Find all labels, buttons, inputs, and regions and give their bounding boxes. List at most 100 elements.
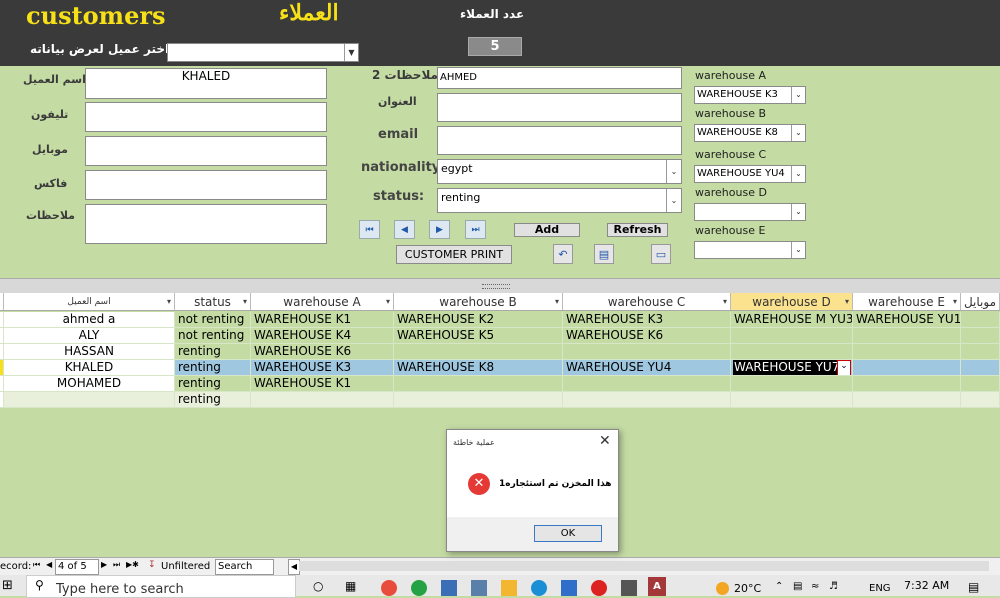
chevron-down-icon[interactable]: ⌄	[791, 242, 805, 258]
table-cell[interactable]	[394, 392, 563, 408]
table-cell[interactable]: WAREHOUSE K1	[251, 312, 394, 328]
save-record-button[interactable]: ▤	[594, 244, 614, 264]
network-icon[interactable]: ▤	[793, 581, 802, 592]
table-cell[interactable]	[731, 376, 853, 392]
chrome-icon[interactable]	[381, 580, 397, 596]
col-header-warehouse-a[interactable]: warehouse A ▾	[251, 293, 394, 311]
email-field[interactable]	[437, 126, 682, 155]
volume-icon[interactable]: ♬	[829, 581, 838, 592]
col-header-warehouse-b[interactable]: warehouse B ▾	[394, 293, 563, 311]
table-cell[interactable]: WAREHOUSE M YU3	[731, 312, 853, 328]
table-cell[interactable]	[563, 344, 731, 360]
edge-icon[interactable]	[531, 580, 547, 596]
table-cell[interactable]	[394, 376, 563, 392]
notifications-icon[interactable]: ▤	[968, 580, 979, 594]
current-record-field[interactable]: 4 of 5	[55, 559, 99, 575]
table-cell[interactable]: WAREHOUSE K4	[251, 328, 394, 344]
chevron-down-icon[interactable]: ⌄	[837, 360, 851, 375]
calculator-icon[interactable]	[471, 580, 487, 596]
status-combo[interactable]: renting ⌄	[437, 188, 682, 213]
windows-start-icon[interactable]: ⊞	[2, 578, 13, 593]
ok-button[interactable]: OK	[534, 525, 602, 542]
nationality-combo[interactable]: egypt ⌄	[437, 159, 682, 184]
table-cell[interactable]: not renting	[175, 328, 251, 344]
table-cell[interactable]	[563, 376, 731, 392]
cell-editor-value[interactable]: WAREHOUSE YU7	[733, 360, 841, 375]
close-icon[interactable]: ✕	[599, 433, 611, 449]
table-cell[interactable]	[4, 392, 175, 408]
table-cell[interactable]	[961, 344, 1000, 360]
sort-arrow-icon[interactable]: ▾	[243, 293, 247, 311]
sort-arrow-icon[interactable]: ▾	[723, 293, 727, 311]
chevron-down-icon[interactable]: ⌄	[791, 87, 805, 103]
clock-time[interactable]: 7:32 AM	[904, 579, 949, 592]
customer-select[interactable]: ▼	[167, 43, 359, 62]
table-cell[interactable]: ahmed a	[4, 312, 175, 328]
table-cell[interactable]	[961, 376, 1000, 392]
table-cell[interactable]	[563, 392, 731, 408]
fax-field[interactable]	[85, 170, 327, 200]
table-cell[interactable]	[961, 312, 1000, 328]
table-cell[interactable]	[731, 392, 853, 408]
sort-arrow-icon[interactable]: ▾	[845, 293, 849, 311]
sort-arrow-icon[interactable]: ▾	[167, 293, 171, 311]
table-cell[interactable]	[853, 392, 961, 408]
table-cell[interactable]	[394, 344, 563, 360]
table-cell[interactable]: renting	[175, 344, 251, 360]
table-cell[interactable]	[853, 376, 961, 392]
table-cell[interactable]: WAREHOUSE K1	[251, 376, 394, 392]
add-button[interactable]: Add	[514, 223, 580, 237]
taskbar-search-box[interactable]: ⚲ Type here to search	[26, 575, 296, 598]
table-cell[interactable]: renting	[175, 392, 251, 408]
notes2-field[interactable]: AHMED	[437, 67, 682, 89]
mobile-field[interactable]	[85, 136, 327, 166]
new-record-icon[interactable]: ▶✱	[126, 560, 139, 569]
customer-print-button[interactable]: CUSTOMER PRINT	[396, 245, 512, 264]
table-cell[interactable]: WAREHOUSE YU7 ⌄	[731, 360, 853, 376]
sort-arrow-icon[interactable]: ▾	[555, 293, 559, 311]
whatsapp-icon[interactable]	[411, 580, 427, 596]
store-icon[interactable]	[621, 580, 637, 596]
table-cell[interactable]: WAREHOUSE K6	[563, 328, 731, 344]
notes-field[interactable]	[85, 204, 327, 244]
horizontal-scrollbar[interactable]	[299, 561, 989, 571]
last-record-icon[interactable]: ⏭	[113, 560, 120, 570]
col-header-status[interactable]: status ▾	[175, 293, 251, 311]
table-cell[interactable]	[853, 328, 961, 344]
first-record-icon[interactable]: ⏮	[33, 560, 40, 570]
address-field[interactable]	[437, 93, 682, 122]
table-cell[interactable]: WAREHOUSE K6	[251, 344, 394, 360]
phone-field[interactable]	[85, 102, 327, 132]
warehouse-c-combo[interactable]: WAREHOUSE YU4 ⌄	[694, 165, 806, 183]
name-field[interactable]: KHALED	[85, 68, 327, 99]
table-cell[interactable]	[853, 344, 961, 360]
table-cell[interactable]: WAREHOUSE K2	[394, 312, 563, 328]
next-icon[interactable]: ▶	[101, 560, 107, 569]
chevron-down-icon[interactable]: ⌄	[666, 160, 681, 183]
col-header-warehouse-c[interactable]: warehouse C ▾	[563, 293, 731, 311]
refresh-button[interactable]: Refresh	[607, 223, 668, 237]
opera-icon[interactable]	[591, 580, 607, 596]
table-cell[interactable]: MOHAMED	[4, 376, 175, 392]
sort-arrow-icon[interactable]: ▾	[953, 293, 957, 311]
chevron-down-icon[interactable]: ⌄	[791, 125, 805, 141]
table-cell[interactable]: KHALED	[4, 360, 175, 376]
first-record-button[interactable]: ⏮	[359, 220, 380, 239]
table-cell[interactable]	[961, 328, 1000, 344]
temperature[interactable]: 20°C	[734, 582, 761, 595]
filter-status[interactable]: Unfiltered	[161, 561, 210, 572]
splitter-grip[interactable]	[482, 284, 510, 289]
task-view-icon[interactable]: ▦	[345, 579, 356, 593]
table-cell[interactable]	[853, 360, 961, 376]
table-cell[interactable]	[961, 360, 1000, 376]
table-cell[interactable]	[731, 344, 853, 360]
last-record-button[interactable]: ⏭	[465, 220, 486, 239]
table-cell[interactable]: WAREHOUSE K5	[394, 328, 563, 344]
col-header-warehouse-d[interactable]: warehouse D ▾	[731, 293, 853, 311]
search-field[interactable]: Search	[215, 559, 274, 575]
table-cell[interactable]: not renting	[175, 312, 251, 328]
col-header-mobile[interactable]: موبايل	[961, 293, 1000, 311]
table-cell[interactable]: WAREHOUSE K8	[394, 360, 563, 376]
warehouse-e-combo[interactable]: ⌄	[694, 241, 806, 259]
language-indicator[interactable]: ENG	[869, 583, 891, 594]
